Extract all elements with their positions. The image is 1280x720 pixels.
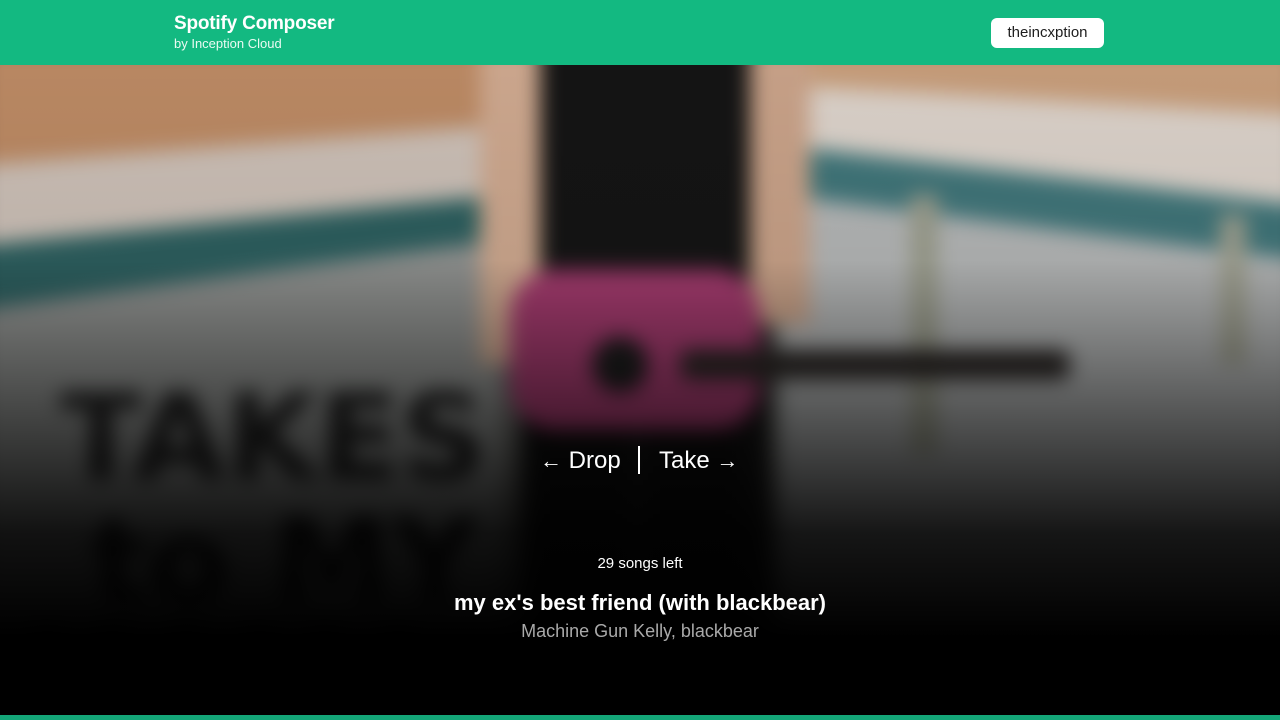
arrow-left-icon: ← bbox=[540, 448, 562, 473]
bottom-accent-bar bbox=[0, 715, 1280, 720]
brand: Spotify Composer by Inception Cloud bbox=[174, 12, 335, 52]
songs-left-counter: 29 songs left bbox=[597, 555, 683, 572]
app-header: Spotify Composer by Inception Cloud thei… bbox=[0, 0, 1280, 65]
take-button[interactable]: Take → bbox=[659, 444, 738, 478]
take-label: Take bbox=[659, 447, 710, 474]
track-title: my ex's best friend (with blackbear) bbox=[453, 590, 826, 615]
composer-page: Spotify Composer by Inception Cloud thei… bbox=[0, 0, 1280, 720]
cover-gradient-overlay bbox=[0, 65, 1280, 715]
user-account-button[interactable]: theincxption bbox=[991, 18, 1104, 48]
album-cover-background: TAKES to MY MAMA bbox=[0, 65, 1280, 715]
app-title: Spotify Composer bbox=[174, 13, 335, 34]
arrow-right-icon: → bbox=[716, 448, 739, 473]
controls-divider bbox=[638, 446, 640, 474]
drop-label: Drop bbox=[568, 447, 621, 474]
app-subtitle: by Inception Cloud bbox=[174, 36, 282, 51]
swipe-controls: ← Drop Take → bbox=[0, 444, 1280, 478]
drop-button[interactable]: ← Drop bbox=[540, 444, 621, 478]
track-artist: Machine Gun Kelly, blackbear bbox=[521, 621, 759, 641]
